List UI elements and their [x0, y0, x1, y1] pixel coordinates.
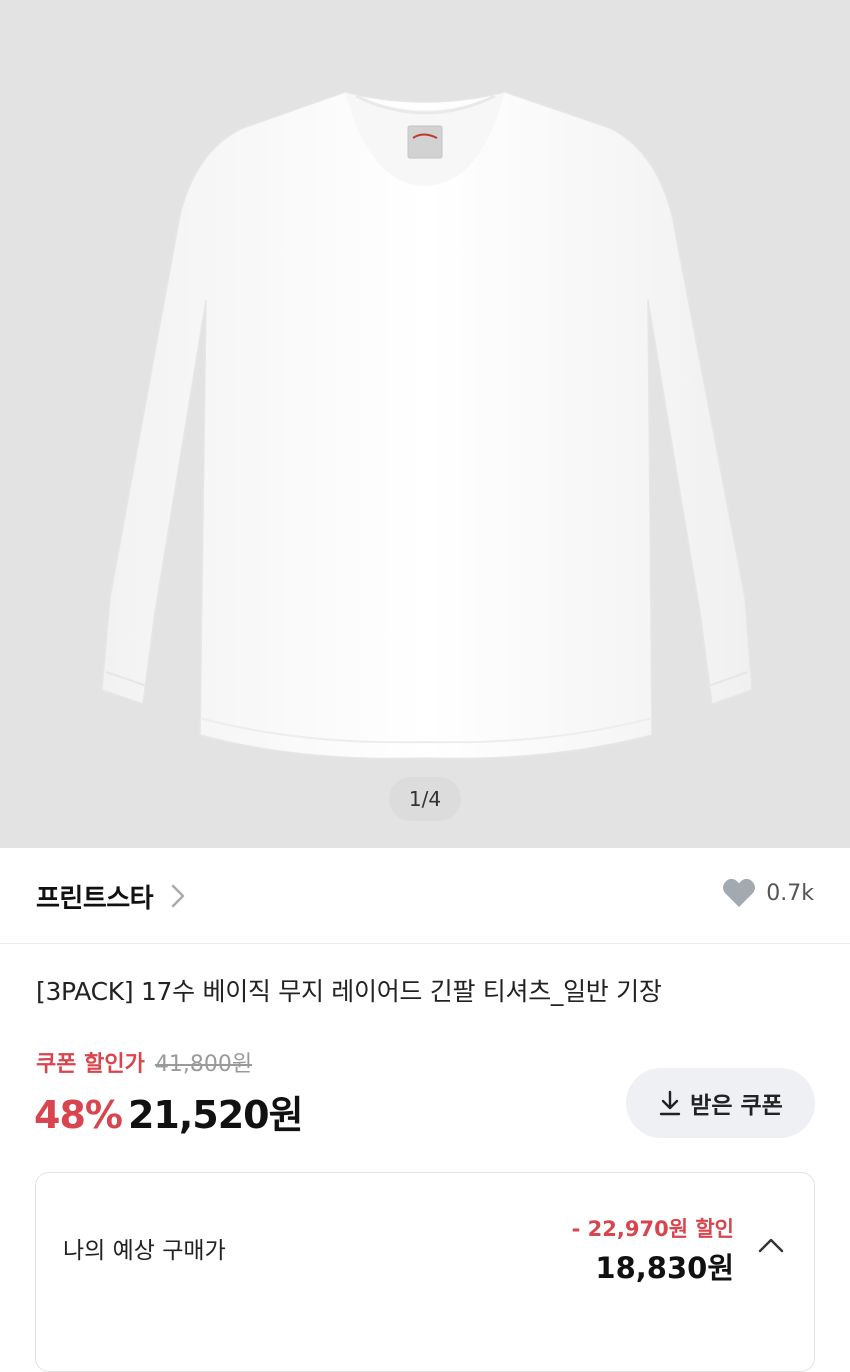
original-price: 41,800원	[154, 1052, 253, 1077]
brand-link[interactable]: 프린트스타	[36, 876, 189, 916]
product-title: [3PACK] 17수 베이직 무지 레이어드 긴팔 티셔츠_일반 기장	[36, 977, 662, 1006]
price-line: 48% 21,520원	[34, 1084, 304, 1139]
brand-name: 프린트스타	[36, 883, 154, 914]
chevron-up-icon[interactable]	[756, 1235, 786, 1255]
like-button[interactable]: 0.7k	[722, 878, 814, 908]
image-pager: 1/4	[389, 777, 461, 821]
estimated-price: 18,830원	[595, 1251, 734, 1285]
coupon-price-line: 쿠폰 할인가 41,800원	[36, 1046, 252, 1078]
discount-rate: 48%	[34, 1093, 123, 1137]
product-image-gallery[interactable]: 1/4	[0, 0, 850, 848]
estimated-price-label: 나의 예상 구매가	[63, 1238, 226, 1264]
product-image	[101, 91, 753, 760]
sale-price: 21,520원	[127, 1093, 304, 1137]
received-coupon-button[interactable]: 받은 쿠폰	[626, 1068, 815, 1138]
chevron-right-icon	[171, 884, 185, 908]
estimated-discount: - 22,970원 할인	[571, 1217, 734, 1241]
estimated-price-card[interactable]: 나의 예상 구매가 - 22,970원 할인 18,830원	[35, 1172, 815, 1372]
brand-row: 프린트스타 0.7k	[0, 848, 850, 944]
heart-icon	[723, 878, 756, 907]
received-coupon-label: 받은 쿠폰	[690, 1093, 783, 1119]
coupon-price-label: 쿠폰 할인가	[36, 1052, 145, 1077]
like-count: 0.7k	[766, 880, 814, 906]
download-icon	[659, 1090, 681, 1116]
